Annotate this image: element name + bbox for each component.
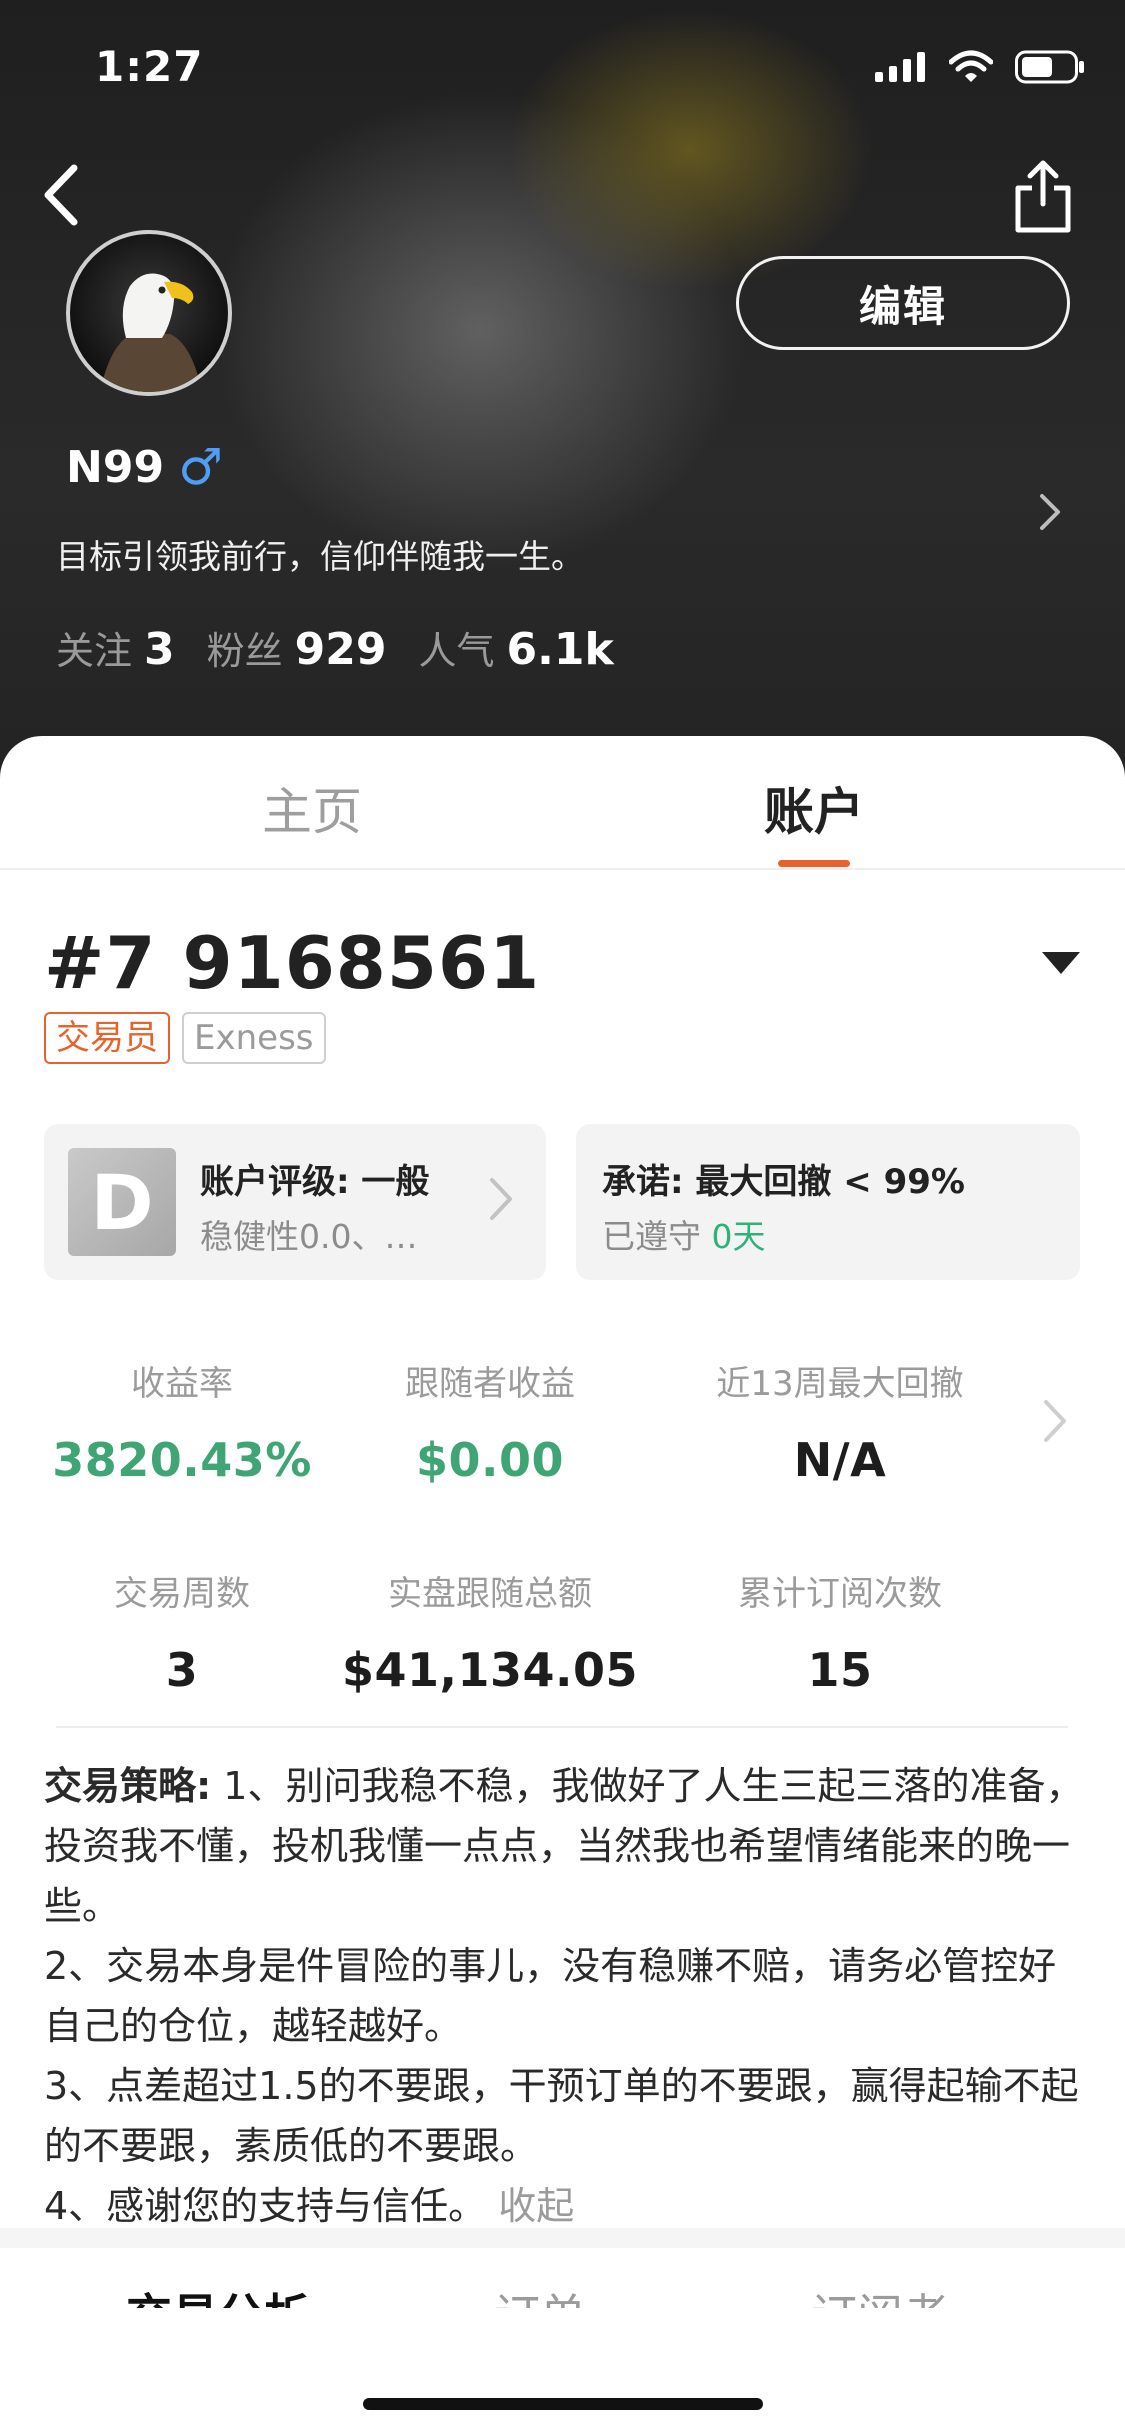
metric-return-rate: 收益率 3820.43% [32, 1356, 332, 1487]
promise-status: 已遵守 0天 [602, 1210, 766, 1258]
metric-follow-total: 实盘跟随总额 $41,134.05 [340, 1566, 640, 1697]
followers-count[interactable]: 929 [295, 624, 387, 675]
metric-value: N/A [793, 1433, 887, 1487]
chevron-left-icon [44, 164, 78, 226]
drawdown-promise-card[interactable]: 承诺: 最大回撤 < 99% 已遵守 0天 [576, 1124, 1080, 1280]
promise-status-label: 已遵守 [602, 1217, 701, 1256]
cellular-signal-icon [875, 52, 925, 82]
account-badges: 交易员 Exness [44, 1012, 326, 1064]
strategy-lead: 交易策略: [44, 1764, 212, 1808]
metric-max-drawdown: 近13周最大回撤 N/A [690, 1356, 990, 1487]
account-number: #7 9168561 [44, 921, 541, 1005]
section-gap [0, 2228, 1125, 2248]
profile-detail-button[interactable] [1036, 490, 1066, 534]
metric-value: 3 [165, 1643, 199, 1697]
tab-subscribers[interactable]: 订阅者 [730, 2280, 1030, 2308]
tab-trade-analysis[interactable]: 交易分析 [68, 2280, 368, 2308]
metric-follower-profit: 跟随者收益 $0.00 [340, 1356, 640, 1487]
section-divider [56, 1726, 1068, 1728]
account-dropdown-icon[interactable] [1042, 952, 1080, 974]
tab-account[interactable]: 账户 [664, 772, 964, 844]
back-button[interactable] [34, 160, 94, 230]
metric-subscription-count: 累计订阅次数 15 [690, 1566, 990, 1697]
share-icon [1015, 160, 1071, 233]
profile-tabs: 主页 账户 [0, 736, 1125, 870]
home-indicator[interactable] [363, 2398, 763, 2410]
tab-orders[interactable]: 订单 [390, 2280, 690, 2308]
metric-value: $0.00 [415, 1433, 564, 1487]
active-tab-indicator [778, 860, 850, 867]
followers-label: 粉丝 [206, 629, 283, 673]
profile-name: N99 [66, 441, 165, 493]
tab-home[interactable]: 主页 [162, 772, 462, 844]
rating-subtitle: 稳健性0.0、… [200, 1217, 418, 1256]
strategy-text-4: 4、感谢您的支持与信任。 [44, 2184, 487, 2228]
promise-status-days: 0天 [711, 1217, 766, 1256]
metric-label: 实盘跟随总额 [388, 1574, 592, 1614]
profile-name-row: N99 ♂ [66, 438, 223, 496]
metrics-more-icon[interactable] [1040, 1396, 1070, 1446]
metric-label: 近13周最大回撤 [716, 1364, 964, 1404]
profile-bio: 目标引领我前行，信仰伴随我一生。 [56, 537, 584, 576]
status-bar: 1:27 [0, 0, 1125, 130]
metric-trading-weeks: 交易周数 3 [32, 1566, 332, 1697]
account-sub-tabs: 交易分析 订单 订阅者 [0, 2248, 1125, 2308]
collapse-link[interactable]: 收起 [498, 2184, 574, 2228]
promise-title: 承诺: 最大回撤 < 99% [602, 1162, 965, 1202]
eagle-avatar-icon [100, 273, 202, 392]
broker-badge: Exness [182, 1012, 326, 1064]
strategy-paragraph-3: 3、点差超过1.5的不要跟，干预订单的不要跟，赢得起输不起的不要跟，素质低的不要… [44, 2064, 1079, 2168]
rating-title: 账户评级: 一般 [200, 1162, 430, 1202]
metric-value: $41,134.05 [341, 1643, 638, 1697]
male-gender-icon: ♂ [178, 438, 223, 496]
status-icons [875, 50, 1085, 84]
strategy-paragraph-1: 交易策略: 1、别问我稳不稳，我做好了人生三起三落的准备，投资我不懂，投机我懂一… [44, 1756, 1084, 1936]
metric-label: 累计订阅次数 [738, 1574, 942, 1614]
metric-label: 收益率 [131, 1364, 233, 1404]
share-button[interactable] [1010, 158, 1076, 234]
metric-value: 15 [807, 1643, 873, 1697]
chevron-right-icon [1040, 494, 1060, 530]
strategy-paragraph-2: 2、交易本身是件冒险的事儿，没有稳赚不赔，请务必管控好自己的仓位，越轻越好。 [44, 1944, 1057, 2048]
avatar[interactable] [66, 230, 232, 396]
edit-profile-button[interactable]: 编辑 [736, 256, 1070, 350]
profile-stats: 关注 3 粉丝 929 人气 6.1k [56, 620, 646, 675]
popularity-count: 6.1k [506, 624, 614, 675]
metric-value: 3820.43% [52, 1433, 312, 1487]
rating-grade-badge: D [68, 1148, 176, 1256]
popularity-label: 人气 [418, 629, 495, 673]
strategy-paragraph-4: 4、感谢您的支持与信任。 收起 [44, 2176, 1084, 2236]
following-count[interactable]: 3 [144, 624, 175, 675]
battery-icon [1015, 50, 1084, 84]
metric-label: 跟随者收益 [405, 1364, 575, 1404]
trader-badge: 交易员 [44, 1012, 170, 1064]
metric-label: 交易周数 [114, 1574, 250, 1614]
trading-strategy: 交易策略: 1、别问我稳不稳，我做好了人生三起三落的准备，投资我不懂，投机我懂一… [44, 1756, 1084, 2236]
status-time: 1:27 [95, 42, 204, 91]
account-sheet: 主页 账户 #7 9168561 交易员 Exness D 账户评级: 一般 稳… [0, 736, 1125, 2436]
wifi-icon [949, 50, 993, 82]
chevron-right-icon [490, 1178, 512, 1220]
account-rating-card[interactable]: D 账户评级: 一般 稳健性0.0、… [44, 1124, 546, 1280]
following-label: 关注 [56, 629, 133, 673]
